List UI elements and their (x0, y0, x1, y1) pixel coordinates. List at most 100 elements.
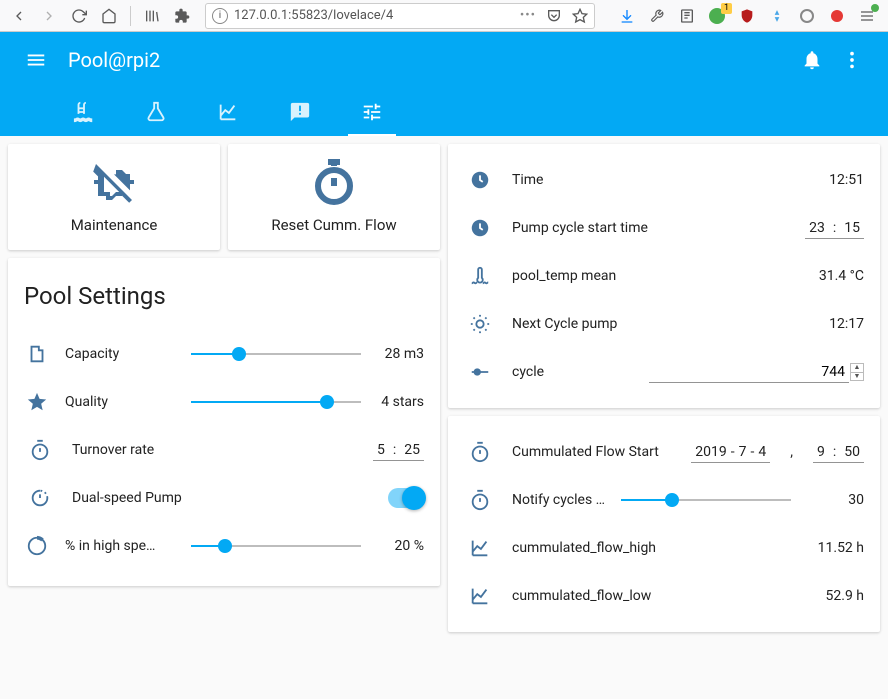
cycle-start-label: Pump cycle start time (512, 220, 648, 236)
percent-circle-icon (24, 535, 49, 557)
quality-value: 4 stars (377, 394, 424, 410)
turnover-input[interactable]: 5:25 (373, 440, 424, 461)
notify-slider[interactable] (621, 499, 791, 501)
url-bar[interactable]: i 127.0.0.1:55823/lovelace/4 ••• (205, 3, 595, 29)
chart-line-icon (464, 537, 496, 559)
tab-tune-icon[interactable] (352, 88, 392, 136)
cycle-input[interactable] (649, 362, 849, 383)
settings-title: Pool Settings (24, 282, 424, 310)
extension-red-dot-icon[interactable] (828, 7, 846, 25)
notify-value: 30 (824, 492, 864, 508)
stopwatch-icon (464, 489, 496, 511)
notifications-button[interactable] (792, 40, 832, 80)
row-cycle-start: Pump cycle start time 23:15 (464, 204, 864, 252)
dual-speed-toggle[interactable] (388, 488, 424, 508)
site-info-icon[interactable]: i (212, 8, 228, 24)
row-time: Time 12:51 (464, 156, 864, 204)
next-cycle-value: 12:17 (829, 316, 864, 332)
cycle-start-input[interactable]: 23:15 (805, 218, 864, 239)
reload-button[interactable] (66, 3, 92, 29)
cycle-start-h: 23 (809, 220, 825, 236)
flow-start-label: Cummulated Flow Start (512, 444, 659, 460)
library-button[interactable] (139, 3, 165, 29)
flow-low-label: cummulated_flow_low (512, 588, 651, 604)
flow-start-date[interactable]: 2019-7-4 (691, 442, 770, 463)
browser-toolbar: i 127.0.0.1:55823/lovelace/4 ••• (0, 0, 888, 32)
extension-blue-icon[interactable] (768, 7, 786, 25)
time-label: Time (512, 172, 543, 188)
row-quality: Quality 4 stars (24, 378, 424, 426)
menu-button[interactable] (16, 40, 56, 80)
reader-icon[interactable] (678, 7, 696, 25)
row-high-speed: % in high spe… 20 % (24, 522, 424, 570)
more-icon[interactable]: ••• (520, 8, 536, 23)
high-speed-value: 20 % (377, 538, 424, 554)
extension-grey-icon[interactable] (798, 7, 816, 25)
row-capacity: Capacity 28 m3 (24, 330, 424, 378)
tab-message-icon[interactable] (280, 88, 320, 136)
flow-start-time[interactable]: 9:50 (813, 442, 864, 463)
row-flow-high: cummulated_flow_high 11.52 h (464, 524, 864, 572)
turnover-hours: 5 (377, 442, 385, 458)
home-button[interactable] (96, 3, 122, 29)
tab-bar (0, 88, 888, 136)
tab-chart-icon[interactable] (208, 88, 248, 136)
rotate-icon (24, 487, 56, 509)
addons-button[interactable] (169, 3, 195, 29)
capacity-slider[interactable] (191, 353, 361, 355)
star-icon (24, 391, 49, 413)
row-pool-temp: pool_temp mean 31.4 °C (464, 252, 864, 300)
tab-pool-icon[interactable] (64, 88, 104, 136)
extension-green-icon[interactable] (708, 7, 726, 25)
app-title: Pool@rpi2 (68, 48, 160, 72)
high-speed-slider[interactable] (191, 545, 361, 547)
notify-label: Notify cycles … (512, 492, 605, 508)
row-cycle: cycle ▲▼ (464, 348, 864, 396)
maintenance-button[interactable]: Maintenance (8, 144, 220, 250)
stopwatch-icon (464, 441, 496, 463)
toolbar-right (618, 7, 882, 25)
hamburger-icon[interactable] (858, 7, 876, 25)
high-speed-label: % in high spe… (65, 538, 175, 554)
status-card: Time 12:51 Pump cycle start time 23:15 p… (448, 144, 880, 408)
forward-button (36, 3, 62, 29)
quality-slider[interactable] (191, 401, 361, 403)
bookmark-star-icon[interactable] (572, 8, 588, 24)
main-content: Maintenance Reset Cumm. Flow Pool Settin… (0, 136, 888, 699)
quality-label: Quality (65, 394, 175, 410)
row-next-cycle: Next Cycle pump 12:17 (464, 300, 864, 348)
row-flow-start: Cummulated Flow Start 2019-7-4 , 9:50 (464, 428, 864, 476)
ublock-icon[interactable] (738, 7, 756, 25)
row-flow-low: cummulated_flow_low 52.9 h (464, 572, 864, 620)
flow-high-value: 11.52 h (818, 540, 864, 556)
line-dot-icon (464, 361, 496, 383)
back-button[interactable] (6, 3, 32, 29)
devtools-icon[interactable] (648, 7, 666, 25)
cycle-start-m: 15 (844, 220, 860, 236)
row-turnover: Turnover rate 5:25 (24, 426, 424, 474)
sun-icon (464, 313, 496, 335)
row-dual-speed: Dual-speed Pump (24, 474, 424, 522)
overflow-menu-button[interactable] (832, 40, 872, 80)
app-header: Pool@rpi2 (0, 32, 888, 136)
cycle-label: cycle (512, 364, 544, 380)
clock-icon (464, 217, 496, 239)
pool-settings-card: Pool Settings Capacity 28 m3 Quality 4 s… (8, 258, 440, 586)
stopwatch-icon (24, 439, 56, 461)
turnover-label: Turnover rate (72, 442, 154, 458)
turnover-minutes: 25 (404, 442, 420, 458)
maintenance-label: Maintenance (71, 216, 158, 234)
clock-icon (464, 169, 496, 191)
download-icon[interactable] (618, 7, 636, 25)
reset-flow-button[interactable]: Reset Cumm. Flow (228, 144, 440, 250)
pocket-icon[interactable] (546, 8, 562, 24)
reset-flow-label: Reset Cumm. Flow (271, 216, 396, 234)
tab-flask-icon[interactable] (136, 88, 176, 136)
flow-high-label: cummulated_flow_high (512, 540, 656, 556)
dual-speed-label: Dual-speed Pump (72, 490, 182, 506)
pool-temp-value: 31.4 °C (819, 268, 864, 284)
cycle-spinner[interactable]: ▲▼ (850, 363, 864, 381)
pool-temp-label: pool_temp mean (512, 268, 616, 284)
time-value: 12:51 (829, 172, 864, 188)
capacity-value: 28 m3 (377, 346, 424, 362)
